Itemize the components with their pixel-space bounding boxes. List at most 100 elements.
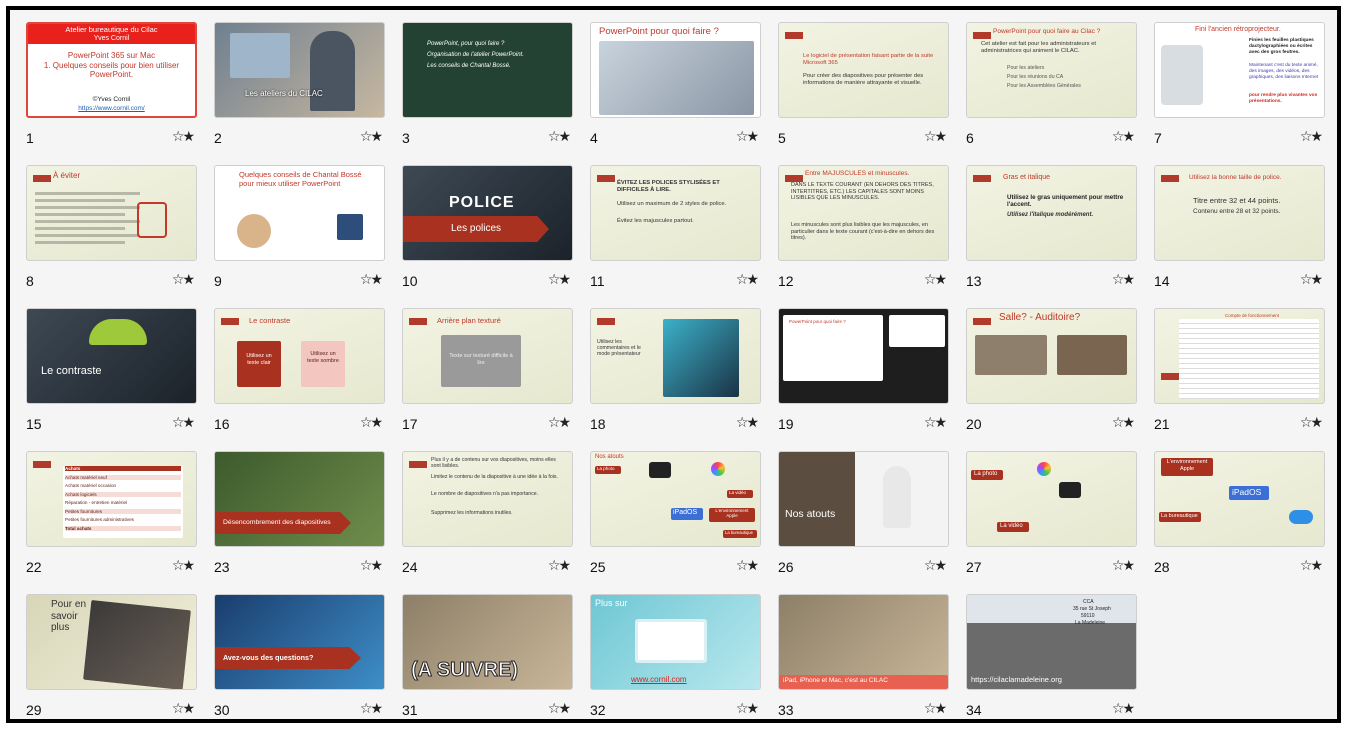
slide-cell[interactable]: Achats Achats matériel neuf Achats matérie…: [26, 451, 197, 594]
slide-cell[interactable]: Utilisez les commentaires et le mode pré…: [590, 308, 761, 451]
slide-thumbnail[interactable]: Les ateliers du CILAC: [214, 22, 385, 118]
slide-cell[interactable]: Entre MAJUSCULES et minuscules. DANS LE T…: [778, 165, 949, 308]
slide-thumbnail[interactable]: Le contraste Utilisez un texte clair Utili…: [214, 308, 385, 404]
slide-cell[interactable]: Plus il y a de contenu sur vos diapositi…: [402, 451, 573, 594]
slide-thumbnail[interactable]: PowerPoint pour quoi faire ?: [778, 308, 949, 404]
slide-thumbnail[interactable]: La photo La vidéo: [966, 451, 1137, 547]
slide-cell[interactable]: Désencombrement des diapositives 23 ☆★: [214, 451, 385, 594]
star-icon[interactable]: ☆★: [172, 701, 195, 717]
slide-cell[interactable]: Nos atouts La photo La vidéo iPadOS L'enviro…: [590, 451, 761, 594]
slide-cell[interactable]: CCA 35 rue St Joseph 59110 La Madeleine http…: [966, 594, 1137, 737]
slide-thumbnail[interactable]: PowerPoint, pour quoi faire ? Organisatio…: [402, 22, 573, 118]
slide-cell[interactable]: Pour en savoir plus 29 ☆★: [26, 594, 197, 737]
star-icon[interactable]: ☆★: [736, 558, 759, 574]
slide-cell[interactable]: Le logiciel de présentation faisant part…: [778, 22, 949, 165]
star-icon[interactable]: ☆★: [172, 129, 195, 145]
star-icon[interactable]: ☆★: [548, 558, 571, 574]
slide-thumbnail[interactable]: L'environnement Apple iPadOS La bureautiqu…: [1154, 451, 1325, 547]
slide-cell[interactable]: Utilisez la bonne taille de police. Titre…: [1154, 165, 1325, 308]
star-icon[interactable]: ☆★: [360, 272, 383, 288]
slide-cell[interactable]: PowerPoint pour quoi faire au Cilac ? Cet…: [966, 22, 1137, 165]
slide-cell[interactable]: Compte de fonctionnement 21 ☆★: [1154, 308, 1325, 451]
slide-cell[interactable]: La photo La vidéo 27 ☆★: [966, 451, 1137, 594]
slide-thumbnail[interactable]: Le logiciel de présentation faisant part…: [778, 22, 949, 118]
slide-thumbnail[interactable]: Entre MAJUSCULES et minuscules. DANS LE T…: [778, 165, 949, 261]
slide-cell[interactable]: Nos atouts 26 ☆★: [778, 451, 949, 594]
slide-cell[interactable]: Le contraste 15 ☆★: [26, 308, 197, 451]
slide-cell[interactable]: PowerPoint pour quoi faire ? 19 ☆★: [778, 308, 949, 451]
star-icon[interactable]: ☆★: [172, 415, 195, 431]
slide-cell[interactable]: (A SUIVRE) 31 ☆★: [402, 594, 573, 737]
slide-cell[interactable]: Plus sur www.cornil.com 32 ☆★: [590, 594, 761, 737]
slide-thumbnail[interactable]: Atelier bureautique du Cilac Yves Cornil P…: [26, 22, 197, 118]
slide-thumbnail[interactable]: Achats Achats matériel neuf Achats matérie…: [26, 451, 197, 547]
star-icon[interactable]: ☆★: [1300, 272, 1323, 288]
star-icon[interactable]: ☆★: [1300, 415, 1323, 431]
slide-thumbnail[interactable]: Gras et italique Utilisez le gras uniquem…: [966, 165, 1137, 261]
slide-cell[interactable]: Les ateliers du CILAC 2 ☆★: [214, 22, 385, 165]
star-icon[interactable]: ☆★: [1300, 558, 1323, 574]
star-icon[interactable]: ☆★: [924, 558, 947, 574]
star-icon[interactable]: ☆★: [548, 701, 571, 717]
slide-thumbnail[interactable]: Nos atouts La photo La vidéo iPadOS L'enviro…: [590, 451, 761, 547]
slide-thumbnail[interactable]: (A SUIVRE): [402, 594, 573, 690]
star-icon[interactable]: ☆★: [172, 272, 195, 288]
slide-cell[interactable]: Salle? - Auditoire? 20 ☆★: [966, 308, 1137, 451]
slide-thumbnail[interactable]: Avez-vous des questions?: [214, 594, 385, 690]
slide-cell[interactable]: PowerPoint, pour quoi faire ? Organisatio…: [402, 22, 573, 165]
slide-thumbnail[interactable]: Utilisez la bonne taille de police. Titre…: [1154, 165, 1325, 261]
slide-thumbnail[interactable]: Nos atouts: [778, 451, 949, 547]
star-icon[interactable]: ☆★: [360, 415, 383, 431]
star-icon[interactable]: ☆★: [736, 272, 759, 288]
star-icon[interactable]: ☆★: [360, 701, 383, 717]
slide-thumbnail[interactable]: Le contraste: [26, 308, 197, 404]
slide-thumbnail[interactable]: PowerPoint pour quoi faire au Cilac ? Cet…: [966, 22, 1137, 118]
slide-cell[interactable]: Quelques conseils de Chantal Bossé pour …: [214, 165, 385, 308]
slide-cell[interactable]: L'environnement Apple iPadOS La bureautiqu…: [1154, 451, 1325, 594]
slide-thumbnail[interactable]: Pour en savoir plus: [26, 594, 197, 690]
slide-cell[interactable]: Gras et italique Utilisez le gras uniquem…: [966, 165, 1137, 308]
slide-cell[interactable]: À éviter 8 ☆★: [26, 165, 197, 308]
star-icon[interactable]: ☆★: [736, 129, 759, 145]
star-icon[interactable]: ☆★: [736, 415, 759, 431]
slide-cell[interactable]: Arrière plan texturé Texte sur texturé di…: [402, 308, 573, 451]
star-icon[interactable]: ☆★: [1112, 415, 1135, 431]
star-icon[interactable]: ☆★: [360, 558, 383, 574]
slide-thumbnail[interactable]: Plus il y a de contenu sur vos diapositi…: [402, 451, 573, 547]
slide-cell[interactable]: Fini l'ancien rétroprojecteur. Finies les…: [1154, 22, 1325, 165]
star-icon[interactable]: ☆★: [548, 415, 571, 431]
star-icon[interactable]: ☆★: [1112, 701, 1135, 717]
slide-thumbnail[interactable]: Désencombrement des diapositives: [214, 451, 385, 547]
slide-cell[interactable]: ÉVITEZ LES POLICES STYLISÉES ET DIFFICIL…: [590, 165, 761, 308]
slide-thumbnail[interactable]: PowerPoint pour quoi faire ?: [590, 22, 761, 118]
slide-thumbnail[interactable]: ÉVITEZ LES POLICES STYLISÉES ET DIFFICIL…: [590, 165, 761, 261]
slide-thumbnail[interactable]: Plus sur www.cornil.com: [590, 594, 761, 690]
slide-cell[interactable]: Atelier bureautique du Cilac Yves Cornil P…: [26, 22, 197, 165]
slide-thumbnail[interactable]: iPad, iPhone et Mac, c'est au CILAC: [778, 594, 949, 690]
slide-thumbnail[interactable]: POLICE Les polices: [402, 165, 573, 261]
slide-thumbnail[interactable]: Arrière plan texturé Texte sur texturé di…: [402, 308, 573, 404]
slide-thumbnail[interactable]: Salle? - Auditoire?: [966, 308, 1137, 404]
slide-thumbnail[interactable]: CCA 35 rue St Joseph 59110 La Madeleine http…: [966, 594, 1137, 690]
star-icon[interactable]: ☆★: [360, 129, 383, 145]
star-icon[interactable]: ☆★: [924, 272, 947, 288]
slide-cell[interactable]: iPad, iPhone et Mac, c'est au CILAC 33 ☆★: [778, 594, 949, 737]
star-icon[interactable]: ☆★: [172, 558, 195, 574]
star-icon[interactable]: ☆★: [1112, 129, 1135, 145]
star-icon[interactable]: ☆★: [1112, 558, 1135, 574]
slide-thumbnail[interactable]: À éviter: [26, 165, 197, 261]
slide-thumbnail[interactable]: Quelques conseils de Chantal Bossé pour …: [214, 165, 385, 261]
slide-cell[interactable]: Avez-vous des questions? 30 ☆★: [214, 594, 385, 737]
star-icon[interactable]: ☆★: [924, 415, 947, 431]
slide-thumbnail[interactable]: Utilisez les commentaires et le mode pré…: [590, 308, 761, 404]
star-icon[interactable]: ☆★: [548, 272, 571, 288]
slide-cell[interactable]: Le contraste Utilisez un texte clair Utili…: [214, 308, 385, 451]
slide-thumbnail[interactable]: Fini l'ancien rétroprojecteur. Finies les…: [1154, 22, 1325, 118]
star-icon[interactable]: ☆★: [924, 701, 947, 717]
star-icon[interactable]: ☆★: [924, 129, 947, 145]
star-icon[interactable]: ☆★: [548, 129, 571, 145]
star-icon[interactable]: ☆★: [1112, 272, 1135, 288]
slide-thumbnail[interactable]: Compte de fonctionnement: [1154, 308, 1325, 404]
star-icon[interactable]: ☆★: [736, 701, 759, 717]
slide-cell[interactable]: POLICE Les polices 10 ☆★: [402, 165, 573, 308]
